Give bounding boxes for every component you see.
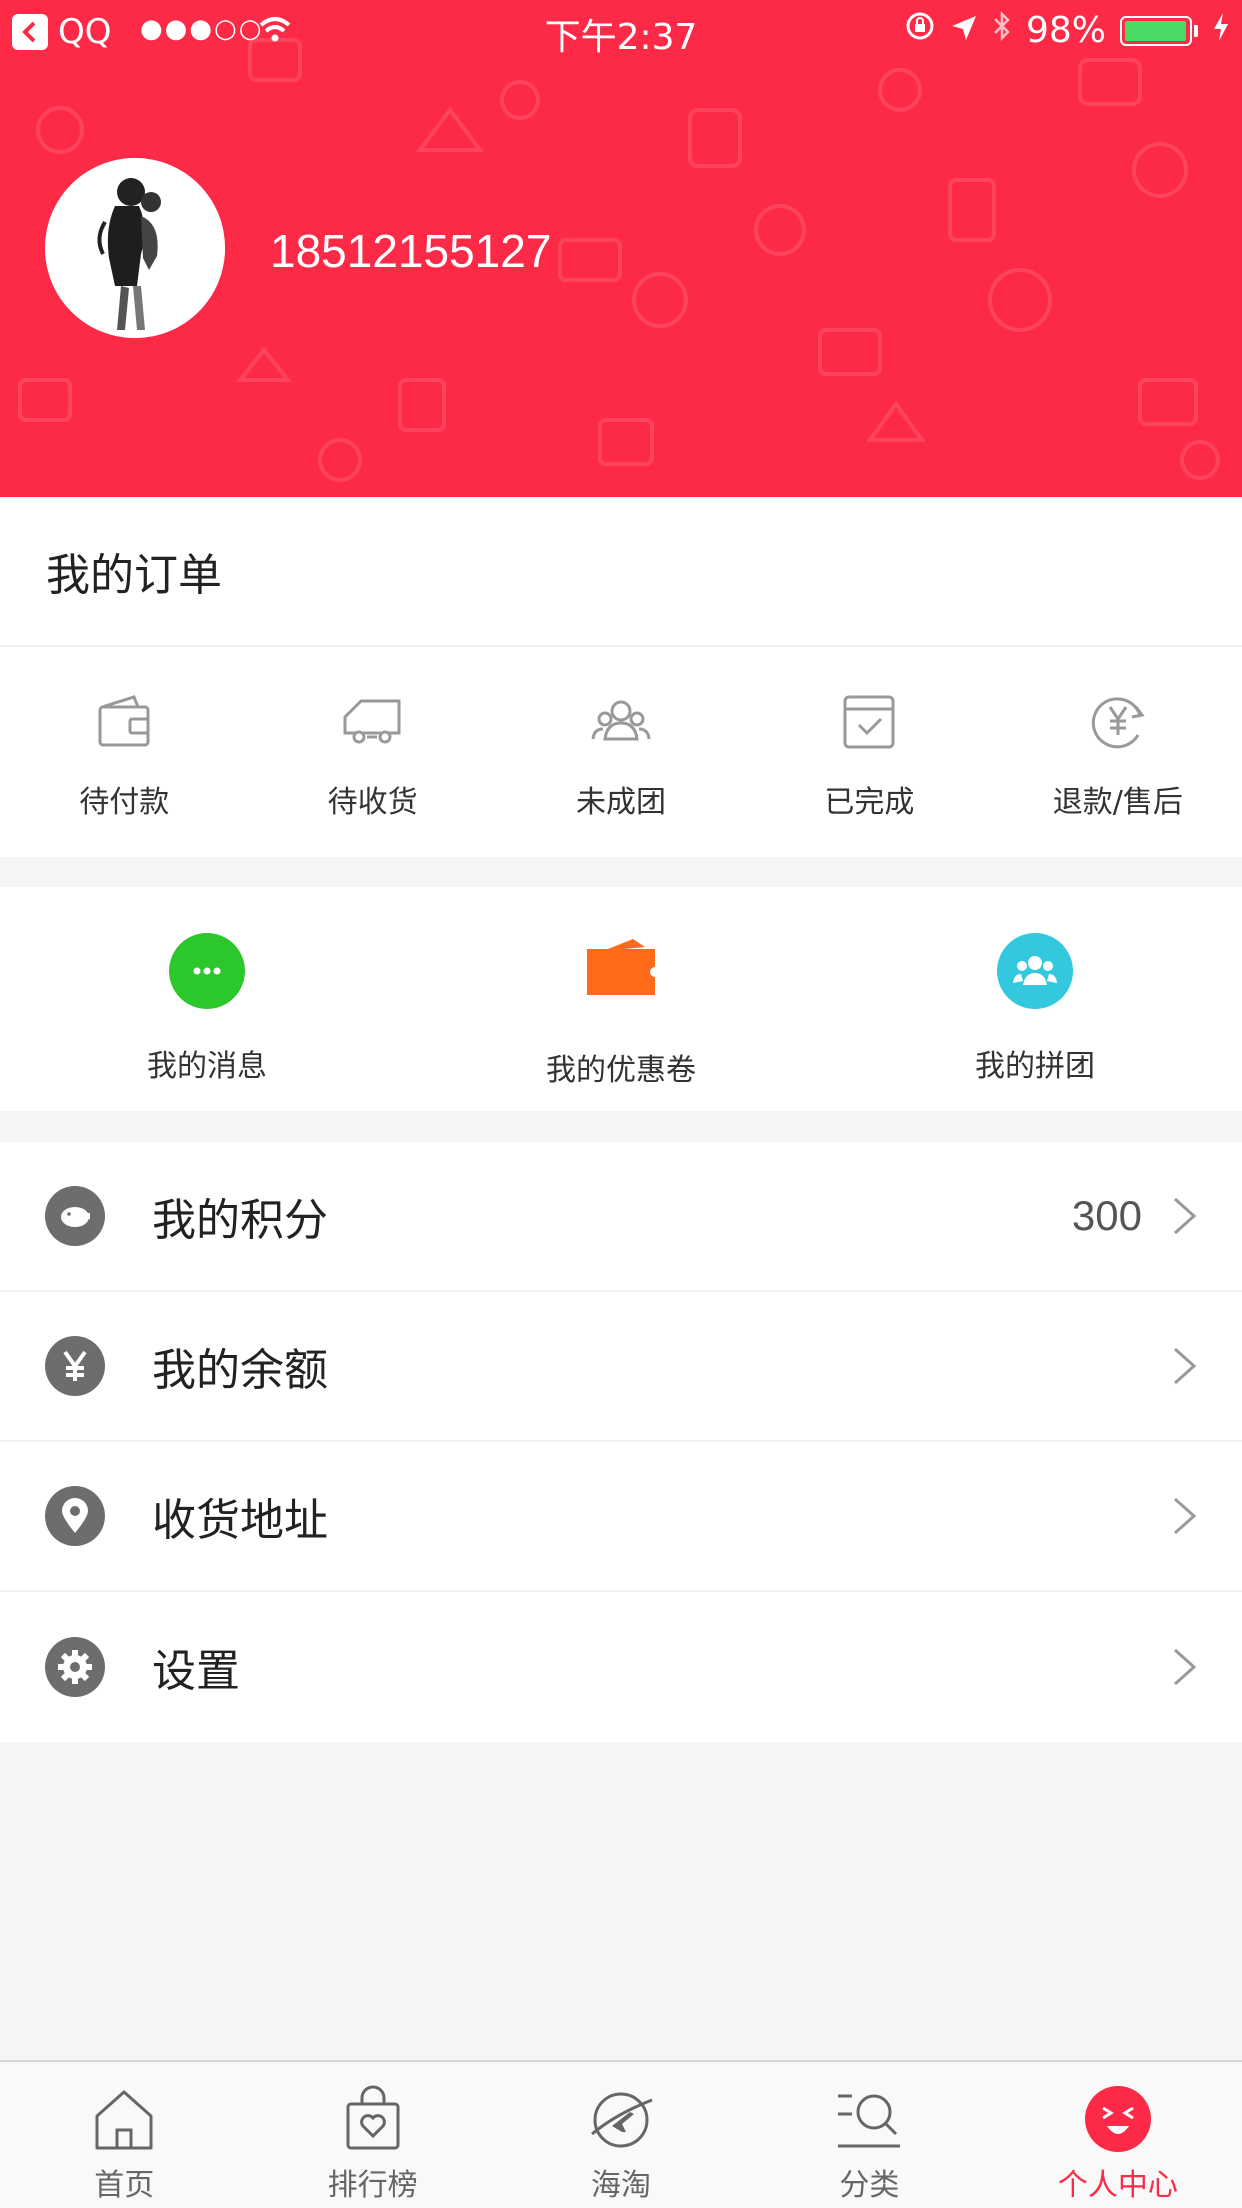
battery-percent: 98% bbox=[1025, 10, 1106, 51]
calendar-check-icon bbox=[843, 695, 895, 749]
yen-icon bbox=[45, 1336, 105, 1396]
profile-header: QQ ●●●○○ 下午2:37 98% 18512155127 bbox=[0, 0, 1242, 497]
tab-home[interactable]: 首页 bbox=[0, 2062, 248, 2208]
menu-label: 设置 bbox=[152, 1646, 240, 1697]
menu-row-settings[interactable]: 设置 bbox=[0, 1592, 1242, 1742]
location-arrow-icon bbox=[950, 10, 978, 51]
chevron-right-icon bbox=[1173, 1197, 1197, 1235]
team-icon bbox=[997, 933, 1073, 1009]
menu-label: 我的积分 bbox=[152, 1195, 328, 1246]
chevron-right-icon bbox=[1173, 1497, 1197, 1535]
order-pending-payment[interactable]: 待付款 bbox=[0, 647, 248, 855]
tab-global-shopping[interactable]: 海淘 bbox=[497, 2062, 745, 2208]
home-icon bbox=[95, 2090, 153, 2150]
tab-label: 分类 bbox=[839, 2168, 900, 2203]
chevron-right-icon bbox=[1173, 1648, 1197, 1686]
gear-icon bbox=[45, 1637, 105, 1697]
menu-row-points[interactable]: 我的积分 300 bbox=[0, 1142, 1242, 1292]
menu-label: 我的余额 bbox=[152, 1345, 328, 1396]
my-coupons-button[interactable]: 我的优惠卷 bbox=[414, 887, 828, 1111]
bluetooth-icon bbox=[992, 10, 1012, 51]
charging-icon bbox=[1212, 10, 1230, 51]
avatar[interactable] bbox=[45, 158, 225, 338]
menu-row-balance[interactable]: 我的余额 bbox=[0, 1292, 1242, 1442]
coupon-icon bbox=[583, 933, 659, 1013]
rotation-lock-icon bbox=[904, 10, 936, 51]
orders-title[interactable]: 我的订单 bbox=[0, 497, 1242, 647]
my-group-buy-button[interactable]: 我的拼团 bbox=[828, 887, 1242, 1111]
my-messages-button[interactable]: 我的消息 bbox=[0, 887, 414, 1111]
order-label: 待付款 bbox=[79, 785, 170, 820]
order-group-incomplete[interactable]: 未成团 bbox=[497, 647, 745, 855]
tab-label: 个人中心 bbox=[1057, 2168, 1178, 2203]
tab-label: 排行榜 bbox=[327, 2168, 418, 2203]
avatar-illustration bbox=[45, 158, 225, 338]
status-bar: QQ ●●●○○ 下午2:37 98% bbox=[0, 0, 1242, 60]
menu-row-address[interactable]: 收货地址 bbox=[0, 1442, 1242, 1592]
battery-icon bbox=[1120, 15, 1198, 46]
chevron-right-icon bbox=[1173, 1347, 1197, 1385]
tool-label: 我的拼团 bbox=[975, 1049, 1095, 1084]
bottom-tab-bar: 首页 排行榜 海淘 分类 个人中心 bbox=[0, 2060, 1242, 2208]
order-label: 待收货 bbox=[327, 785, 418, 820]
location-pin-icon bbox=[45, 1486, 105, 1546]
group-icon bbox=[591, 700, 651, 741]
tab-profile[interactable]: 个人中心 bbox=[994, 2062, 1242, 2208]
category-search-icon bbox=[838, 2094, 901, 2148]
order-label: 已完成 bbox=[824, 785, 915, 820]
order-label: 未成团 bbox=[576, 785, 667, 820]
tab-ranking[interactable]: 排行榜 bbox=[248, 2062, 496, 2208]
order-status-row: 待付款 待收货 未成团 已完成 退款/售后 bbox=[0, 647, 1242, 855]
menu-label: 收货地址 bbox=[152, 1495, 328, 1546]
points-value: 300 bbox=[1071, 1192, 1142, 1239]
order-awaiting-delivery[interactable]: 待收货 bbox=[248, 647, 496, 855]
profile-face-icon bbox=[1084, 2086, 1151, 2152]
shopping-bag-icon bbox=[346, 2085, 400, 2150]
tab-label: 首页 bbox=[94, 2168, 155, 2203]
username: 18512155127 bbox=[270, 225, 552, 277]
tool-label: 我的消息 bbox=[147, 1049, 267, 1084]
tool-label: 我的优惠卷 bbox=[546, 1053, 696, 1088]
wallet-icon bbox=[98, 695, 150, 747]
globe-plane-icon bbox=[591, 2092, 653, 2148]
message-icon bbox=[169, 933, 245, 1009]
tab-label: 海淘 bbox=[591, 2168, 652, 2203]
tab-category[interactable]: 分类 bbox=[745, 2062, 993, 2208]
piggy-bank-icon bbox=[45, 1186, 105, 1246]
quick-tools: 我的消息 我的优惠卷 我的拼团 bbox=[0, 887, 1242, 1111]
order-label: 退款/售后 bbox=[1052, 785, 1183, 820]
orders-section: 我的订单 待付款 待收货 未成团 已完成 退款/售后 bbox=[0, 497, 1242, 857]
order-completed[interactable]: 已完成 bbox=[745, 647, 993, 855]
truck-icon bbox=[343, 699, 401, 744]
refund-yen-icon bbox=[1091, 697, 1145, 749]
account-menu: 我的积分 300 我的余额 收货地址 设置 bbox=[0, 1142, 1242, 1742]
order-refund[interactable]: 退款/售后 bbox=[994, 647, 1242, 855]
